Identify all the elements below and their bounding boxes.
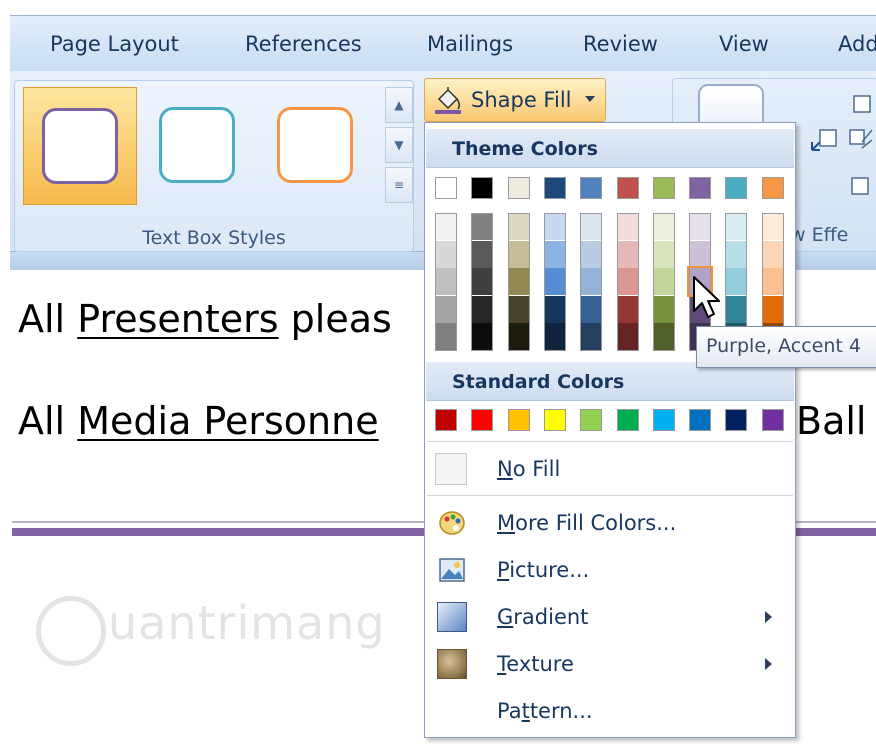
pattern-item[interactable]: Pattern...	[425, 689, 795, 733]
style-thumb-teal[interactable]	[141, 87, 253, 203]
arrange-icons	[811, 95, 873, 195]
theme-shade-column-border	[435, 213, 457, 351]
separator	[427, 495, 793, 496]
texture-icon	[437, 649, 467, 679]
submenu-arrow-icon	[765, 611, 772, 623]
more-fill-colors-item[interactable]: More Fill Colors...	[425, 501, 795, 545]
pattern-accel: t	[521, 699, 530, 723]
texture-accel: T	[497, 652, 507, 676]
doc-line-2: All Media Personne	[18, 399, 379, 443]
style-square-teal	[159, 107, 235, 183]
submenu-arrow-icon	[765, 658, 772, 670]
no-fill-item[interactable]: No Fill	[425, 447, 795, 491]
tab-mailings[interactable]: Mailings	[427, 32, 513, 56]
no-fill-accel: N	[497, 457, 513, 481]
no-fill-icon	[435, 453, 467, 485]
standard-color-blue[interactable]	[689, 409, 712, 431]
theme-color-olive-green[interactable]	[652, 177, 675, 199]
ribbon-tabs: Page Layout References Mailings Review V…	[10, 15, 876, 72]
styles-more[interactable]: ≡	[385, 167, 413, 203]
theme-color-red[interactable]	[616, 177, 639, 199]
texture-label: exture	[506, 652, 574, 676]
style-thumb-purple[interactable]	[23, 87, 137, 205]
texture-item[interactable]: Texture	[425, 642, 795, 686]
doc-line-2-rest: Ball	[796, 399, 867, 443]
theme-shade-column-border	[507, 213, 530, 351]
standard-color-dark-red[interactable]	[435, 409, 457, 431]
no-fill-label: o Fill	[512, 457, 561, 481]
watermark-text: uantrimang	[108, 596, 386, 650]
theme-shade-column-border	[616, 213, 639, 351]
theme-color-tan[interactable]	[507, 177, 530, 199]
theme-color-blue[interactable]	[580, 177, 603, 199]
tab-page-layout[interactable]: Page Layout	[50, 32, 179, 56]
style-square-orange	[277, 107, 353, 183]
style-square-purple	[42, 108, 118, 184]
shape-fill-button[interactable]: Shape Fill	[424, 78, 606, 122]
pattern-label: tern...	[529, 699, 593, 723]
palette-icon	[439, 511, 465, 535]
shape-fill-label: Shape Fill	[471, 88, 572, 112]
standard-color-dark-blue[interactable]	[725, 409, 748, 431]
styles-scroll-down[interactable]: ▼	[385, 127, 413, 163]
separator	[427, 441, 793, 442]
chevron-down-icon	[585, 96, 595, 102]
text-box-styles-label: Text Box Styles	[142, 227, 286, 249]
theme-color-orange[interactable]	[761, 177, 784, 199]
gradient-icon	[437, 602, 467, 632]
doc-line-1-rest: pleas	[278, 297, 392, 341]
picture-label: icture...	[509, 558, 590, 582]
color-tooltip: Purple, Accent 4	[696, 326, 876, 368]
gradient-label: radient	[513, 605, 589, 629]
theme-shade-column-border	[580, 213, 603, 351]
doc-line-2-underlined: Media Personne	[77, 399, 379, 443]
theme-color-aqua[interactable]	[725, 177, 748, 199]
shape-fill-dropdown: Theme Colors Standard Colors No Fill Mor…	[424, 122, 796, 738]
tab-references[interactable]: References	[245, 32, 362, 56]
standard-color-purple[interactable]	[761, 409, 784, 431]
standard-color-red[interactable]	[471, 409, 494, 431]
more-colors-accel: M	[497, 511, 516, 535]
doc-line-1: All Presenters pleas	[18, 297, 392, 341]
paint-bucket-icon	[435, 87, 461, 114]
picture-accel: P	[497, 558, 510, 582]
text-box-styles-group: ▲ ▼ ≡ Text Box Styles	[14, 80, 414, 252]
theme-color-purple[interactable]	[689, 177, 712, 199]
doc-line-1-prefix: All	[18, 297, 66, 341]
standard-colors-label: Standard Colors	[452, 371, 625, 393]
standard-color-light-blue[interactable]	[652, 409, 675, 431]
more-colors-label: ore Fill Colors...	[515, 511, 677, 535]
doc-line-1-underlined: Presenters	[77, 297, 279, 341]
theme-colors-label: Theme Colors	[452, 138, 598, 160]
standard-color-orange[interactable]	[507, 409, 530, 431]
tab-view[interactable]: View	[719, 32, 769, 56]
standard-color-yellow[interactable]	[543, 409, 566, 431]
theme-color-white[interactable]	[435, 177, 457, 199]
picture-item[interactable]: Picture...	[425, 548, 795, 592]
theme-shade-column-border	[471, 213, 494, 351]
standard-color-light-green[interactable]	[580, 409, 603, 431]
picture-icon	[439, 558, 465, 582]
theme-shade-column-border	[543, 213, 566, 351]
gradient-accel: G	[497, 605, 514, 629]
standard-color-green[interactable]	[616, 409, 639, 431]
watermark-logo	[36, 596, 106, 666]
theme-color-black[interactable]	[471, 177, 494, 199]
gradient-item[interactable]: Gradient	[425, 595, 795, 639]
theme-color-dark-blue[interactable]	[543, 177, 566, 199]
theme-colors-header: Theme Colors	[426, 129, 794, 168]
theme-shade-column-border	[652, 213, 675, 351]
styles-scroll-up[interactable]: ▲	[385, 87, 413, 123]
tab-review[interactable]: Review	[583, 32, 658, 56]
pattern-prefix: Pa	[497, 699, 522, 723]
doc-line-2-prefix: All	[18, 399, 66, 443]
shadow-effects-label: w Effe	[790, 224, 849, 246]
style-thumb-orange[interactable]	[259, 87, 371, 203]
mouse-cursor-icon	[693, 276, 720, 318]
word-window: Page Layout References Mailings Review V…	[0, 0, 876, 749]
tab-add-ins[interactable]: Add	[838, 32, 876, 56]
tooltip-text: Purple, Accent 4	[706, 335, 861, 357]
